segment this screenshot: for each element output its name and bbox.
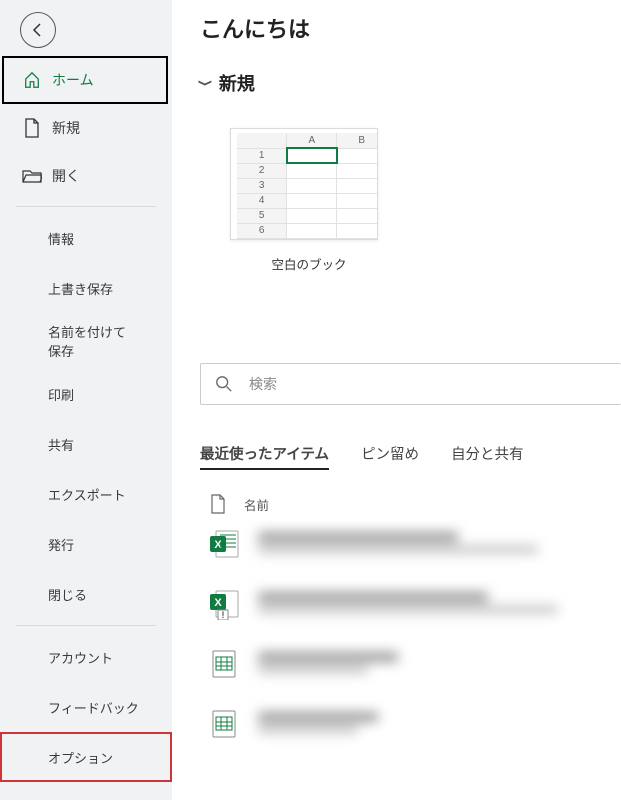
backstage-main: こんにちは ❯ 新規 ABC 1 2 3 4 5 6 7 空白のブック 検索 最… bbox=[172, 0, 621, 800]
search-input[interactable]: 検索 bbox=[200, 363, 621, 405]
file-row[interactable]: X! bbox=[200, 574, 621, 634]
tab-recent[interactable]: 最近使ったアイテム bbox=[200, 443, 329, 470]
tab-pinned[interactable]: ピン留め bbox=[361, 443, 419, 470]
open-folder-icon bbox=[22, 166, 42, 186]
sidebar-divider bbox=[16, 206, 156, 207]
sidebar-label-save: 上書き保存 bbox=[48, 279, 113, 298]
recent-tabs: 最近使ったアイテム ピン留め 自分と共有 bbox=[200, 443, 621, 470]
sidebar-item-publish[interactable]: 発行 bbox=[0, 519, 172, 569]
spreadsheet-file-icon bbox=[208, 708, 240, 740]
sidebar-item-feedback[interactable]: フィードバック bbox=[0, 682, 172, 732]
sidebar-label-share: 共有 bbox=[48, 435, 74, 454]
template-blank-workbook[interactable]: ABC 1 2 3 4 5 6 7 空白のブック bbox=[230, 128, 388, 273]
sidebar-label-save-as: 名前を付けて保存 bbox=[48, 322, 138, 360]
document-icon bbox=[210, 494, 226, 514]
back-arrow-icon bbox=[30, 22, 46, 38]
tab-shared[interactable]: 自分と共有 bbox=[451, 443, 524, 470]
sidebar-item-share[interactable]: 共有 bbox=[0, 419, 172, 469]
sidebar-label-new: 新規 bbox=[52, 118, 80, 138]
new-file-icon bbox=[22, 118, 42, 138]
sidebar-item-options[interactable]: オプション bbox=[0, 732, 172, 782]
file-row[interactable] bbox=[200, 634, 621, 694]
search-placeholder: 検索 bbox=[249, 374, 277, 394]
template-thumbnail: ABC 1 2 3 4 5 6 7 bbox=[230, 128, 378, 240]
sidebar-label-print: 印刷 bbox=[48, 385, 74, 404]
excel-file-icon: X bbox=[208, 528, 240, 560]
spreadsheet-file-icon bbox=[208, 648, 240, 680]
sidebar-label-open: 開く bbox=[52, 166, 80, 186]
backstage-sidebar: ホーム 新規 開く 情報 上書き保存 名前を付けて保存 印刷 共有 エクスポート… bbox=[0, 0, 172, 800]
sidebar-label-close: 閉じる bbox=[48, 585, 87, 604]
sidebar-label-options: オプション bbox=[48, 748, 113, 767]
sidebar-item-new[interactable]: 新規 bbox=[0, 104, 172, 152]
file-list-header: 名前 bbox=[200, 494, 621, 514]
file-row[interactable] bbox=[200, 694, 621, 754]
sidebar-item-home[interactable]: ホーム bbox=[2, 56, 168, 104]
sidebar-label-feedback: フィードバック bbox=[48, 698, 139, 717]
sidebar-label-info: 情報 bbox=[48, 229, 74, 248]
sidebar-item-save[interactable]: 上書き保存 bbox=[0, 263, 172, 313]
svg-text:!: ! bbox=[222, 610, 225, 620]
chevron-down-icon: ❯ bbox=[197, 79, 213, 87]
sidebar-label-publish: 発行 bbox=[48, 535, 74, 554]
svg-text:X: X bbox=[214, 539, 222, 551]
sidebar-item-export[interactable]: エクスポート bbox=[0, 469, 172, 519]
sidebar-item-save-as[interactable]: 名前を付けて保存 bbox=[0, 313, 172, 369]
greeting-title: こんにちは bbox=[200, 12, 621, 44]
new-section-title: 新規 bbox=[219, 70, 255, 96]
file-row[interactable]: X bbox=[200, 514, 621, 574]
sidebar-item-info[interactable]: 情報 bbox=[0, 213, 172, 263]
sidebar-label-home: ホーム bbox=[52, 70, 94, 90]
sidebar-label-export: エクスポート bbox=[48, 485, 126, 504]
sidebar-item-print[interactable]: 印刷 bbox=[0, 369, 172, 419]
svg-text:X: X bbox=[214, 597, 222, 609]
search-icon bbox=[215, 375, 233, 393]
sidebar-item-close[interactable]: 閉じる bbox=[0, 569, 172, 619]
recent-file-list: X X! bbox=[200, 514, 621, 754]
sidebar-divider bbox=[16, 625, 156, 626]
new-section-header[interactable]: ❯ 新規 bbox=[200, 70, 621, 96]
template-label: 空白のブック bbox=[230, 254, 388, 273]
sidebar-label-account: アカウント bbox=[48, 648, 113, 667]
column-name: 名前 bbox=[244, 495, 269, 514]
home-icon bbox=[22, 70, 42, 90]
back-button[interactable] bbox=[20, 12, 56, 48]
sidebar-item-account[interactable]: アカウント bbox=[0, 632, 172, 682]
excel-warning-file-icon: X! bbox=[208, 588, 240, 620]
sidebar-item-open[interactable]: 開く bbox=[0, 152, 172, 200]
